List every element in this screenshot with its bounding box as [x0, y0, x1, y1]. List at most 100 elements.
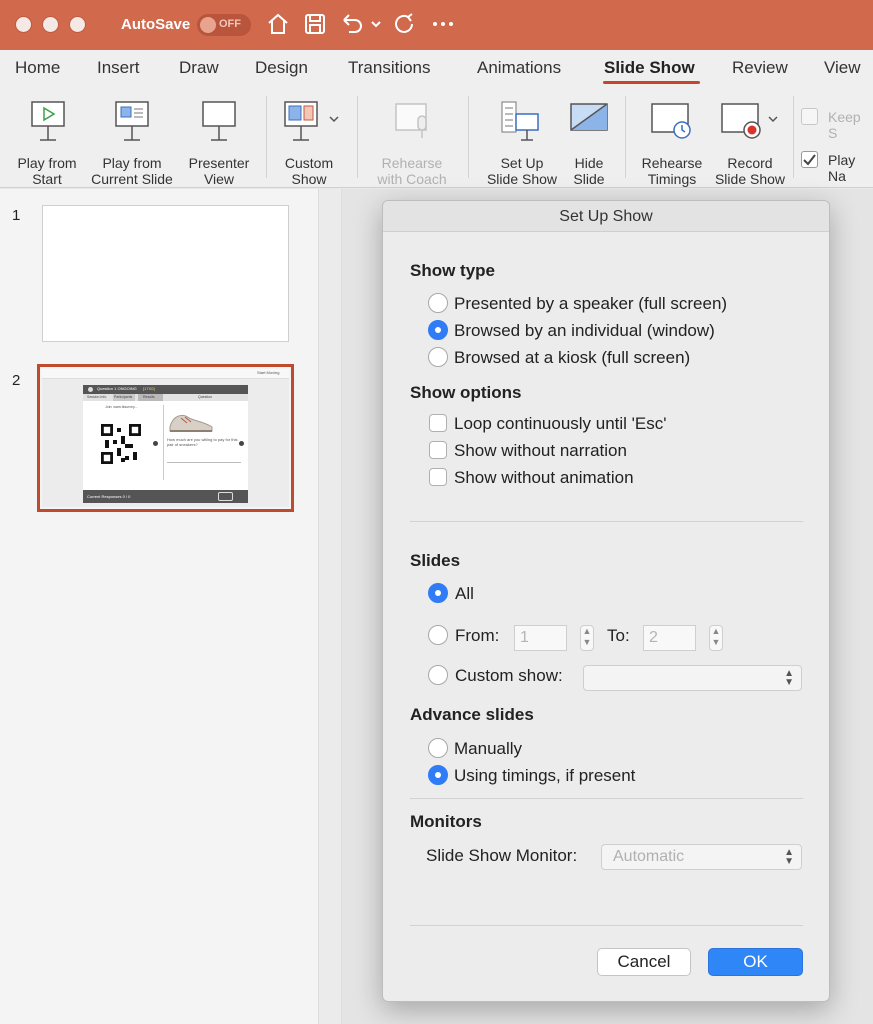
slide-thumbnail-2[interactable]: Start Moving Question 1 ONGOING [17X0] S… [42, 369, 289, 507]
play-from-current-label-2: Current Slide [91, 171, 173, 187]
advance-manually-label[interactable]: Manually [454, 739, 522, 759]
thumb-tab-3: Results [143, 395, 155, 399]
record-slide-show-label-1: Record [727, 155, 773, 171]
set-up-slide-show-button[interactable]: Set Up Slide Show [480, 98, 564, 187]
advance-slides-heading: Advance slides [410, 705, 534, 724]
without-narration-label[interactable]: Show without narration [454, 441, 627, 461]
slide-show-monitor-select[interactable]: Automatic ▲ ▼ [601, 844, 802, 870]
save-icon[interactable] [303, 12, 327, 36]
chevron-down-icon [768, 116, 778, 123]
without-narration-checkbox[interactable] [429, 441, 447, 459]
loop-checkbox[interactable] [429, 414, 447, 432]
chevron-down-icon [329, 116, 339, 123]
loop-label[interactable]: Loop continuously until 'Esc' [454, 414, 667, 434]
play-from-start-button[interactable]: Play from Start [8, 98, 86, 187]
tab-review[interactable]: Review [732, 58, 788, 78]
cancel-button[interactable]: Cancel [597, 948, 691, 976]
redo-icon[interactable] [393, 12, 417, 36]
slide-thumbnail-1[interactable] [42, 205, 289, 342]
record-icon [721, 103, 761, 139]
radio-advance-manually[interactable] [428, 738, 448, 758]
thumb-code: [17X0] [143, 386, 155, 391]
to-slide-field[interactable]: 2 [643, 625, 696, 651]
slide-number-2: 2 [12, 372, 21, 389]
play-narrations-checkbox[interactable] [801, 151, 818, 168]
tab-view[interactable]: View [824, 58, 861, 78]
radio-using-timings[interactable] [428, 765, 448, 785]
thumb-join-text: Join: www.tksurvey... [105, 405, 138, 409]
rehearse-with-coach-button[interactable]: Rehearse with Coach [366, 98, 458, 187]
hide-slide-button[interactable]: Hide Slide [566, 98, 612, 187]
keep-slides-label: Keep S [828, 109, 861, 141]
play-from-start-label-2: Start [32, 171, 62, 187]
custom-show-label[interactable]: Custom show: [455, 666, 563, 686]
title-bar: AutoSave OFF [0, 0, 873, 50]
home-icon[interactable] [266, 12, 290, 36]
radio-custom-show[interactable] [428, 665, 448, 685]
play-from-current-slide-button[interactable]: Play from Current Slide [86, 98, 178, 187]
chevron-down-icon[interactable] [370, 18, 382, 30]
thumb-footer-text: Current Responses 0 / 0 [87, 494, 131, 499]
tab-insert[interactable]: Insert [97, 58, 140, 78]
checkmark-icon [803, 154, 816, 166]
thumb-footer: Current Responses 0 / 0 [83, 490, 248, 503]
option-presented-by-speaker[interactable]: Presented by a speaker (full screen) [454, 294, 727, 314]
slides-all-label[interactable]: All [455, 584, 474, 604]
hide-slide-label-1: Hide [574, 155, 604, 171]
thumb-footer-button [218, 492, 233, 501]
set-up-slide-show-label-2: Slide Show [486, 171, 558, 187]
zoom-window-button[interactable] [69, 16, 86, 33]
thumb-nav-dot [239, 441, 244, 446]
rehearse-timings-button[interactable]: Rehearse Timings [634, 98, 710, 187]
play-from-start-label-1: Play from [17, 155, 77, 171]
thumbnails-scrollbar[interactable] [318, 189, 342, 1024]
more-icon[interactable] [432, 20, 454, 28]
from-slide-field[interactable]: 1 [514, 625, 567, 651]
updown-chevron-icon: ▲ ▼ [784, 847, 794, 867]
tab-transitions[interactable]: Transitions [348, 58, 431, 78]
thumb-topbar: Start Moving [42, 369, 289, 379]
slides-from-label[interactable]: From: [455, 626, 499, 646]
tab-design[interactable]: Design [255, 58, 308, 78]
radio-browsed-at-kiosk[interactable] [428, 347, 448, 367]
option-browsed-at-kiosk[interactable]: Browsed at a kiosk (full screen) [454, 348, 690, 368]
close-window-button[interactable] [15, 16, 32, 33]
play-from-current-label-1: Play from [102, 155, 162, 171]
tab-draw[interactable]: Draw [179, 58, 219, 78]
ok-button[interactable]: OK [708, 948, 803, 976]
tab-slide-show[interactable]: Slide Show [604, 58, 695, 78]
without-animation-label[interactable]: Show without animation [454, 468, 634, 488]
monitors-heading: Monitors [410, 812, 482, 831]
custom-show-select[interactable]: ▲ ▼ [583, 665, 802, 691]
ribbon-separator [266, 96, 267, 178]
option-browsed-by-individual[interactable]: Browsed by an individual (window) [454, 321, 715, 341]
radio-presented-by-speaker[interactable] [428, 293, 448, 313]
radio-browsed-by-individual[interactable] [428, 320, 448, 340]
autosave-toggle[interactable]: OFF [197, 14, 251, 36]
record-slide-show-button[interactable]: Record Slide Show [710, 98, 790, 187]
radio-slides-from[interactable] [428, 625, 448, 645]
rehearse-timings-icon [651, 103, 691, 139]
presenter-view-icon [202, 101, 236, 141]
custom-show-label-1: Custom [284, 155, 334, 171]
without-animation-checkbox[interactable] [429, 468, 447, 486]
qr-code-icon [101, 424, 141, 464]
thumb-progress-line [167, 462, 241, 463]
custom-show-button[interactable]: Custom Show [272, 98, 346, 187]
record-slide-show-label-2: Slide Show [714, 171, 786, 187]
hide-slide-label-2: Slide [573, 171, 605, 187]
from-slide-stepper[interactable]: ▲ ▼ [580, 625, 594, 651]
tab-animations[interactable]: Animations [477, 58, 561, 78]
slide-show-monitor-value: Automatic [613, 848, 685, 865]
using-timings-label[interactable]: Using timings, if present [454, 766, 635, 786]
keep-slides-checkbox[interactable] [801, 108, 818, 125]
radio-slides-all[interactable] [428, 583, 448, 603]
rehearse-coach-icon [395, 103, 427, 138]
ribbon-separator [468, 96, 469, 178]
undo-icon[interactable] [340, 12, 366, 36]
to-slide-stepper[interactable]: ▲ ▼ [709, 625, 723, 651]
tab-home[interactable]: Home [15, 58, 60, 78]
show-options-heading: Show options [410, 383, 522, 402]
minimize-window-button[interactable] [42, 16, 59, 33]
presenter-view-button[interactable]: Presenter View [180, 98, 258, 187]
